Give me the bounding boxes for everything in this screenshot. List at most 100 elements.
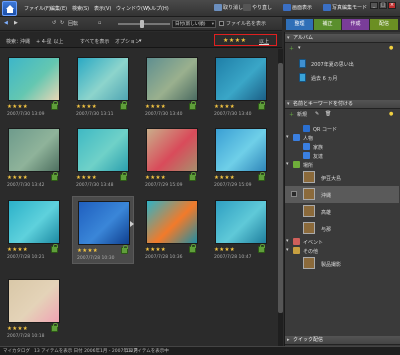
photo-thumbnail[interactable] <box>8 57 60 101</box>
rotate-left-icon[interactable]: ↺ <box>52 20 56 26</box>
menu-search[interactable]: 検索(S) <box>72 5 89 12</box>
small-thumb-icon[interactable]: ▫ <box>98 20 101 26</box>
show-all-link[interactable]: すべてを表示 <box>80 38 109 45</box>
tag-item[interactable]: 高雄 <box>285 203 399 220</box>
tab-share[interactable]: 配信 <box>370 19 398 30</box>
tab-create[interactable]: 作成 <box>342 19 369 30</box>
photo-thumbnail[interactable] <box>215 128 267 172</box>
photo-cell[interactable]: ★★★★ 2007/7/30 13:48 <box>72 124 134 192</box>
minimize-button[interactable]: _ <box>370 2 378 9</box>
tag-item[interactable]: ▾ 場所 <box>285 160 399 169</box>
tags-panel-header[interactable]: 名前とキーワードを付ける <box>285 100 400 109</box>
photo-edit-mode-button[interactable]: 写真編集モード <box>323 4 367 11</box>
photo-cell[interactable]: ★★★★ 2007/7/29 15:09 <box>141 124 203 192</box>
tag-item[interactable]: QR コード <box>285 124 399 133</box>
menu-view[interactable]: 表示(V) <box>94 5 111 12</box>
maximize-button[interactable]: □ <box>379 2 387 9</box>
expand-chevron-icon[interactable]: ▾ <box>286 247 289 253</box>
tag-checkbox[interactable] <box>291 191 297 197</box>
photo-rating-stars[interactable]: ★★★★ <box>7 175 28 181</box>
album-menu-icon[interactable]: ▾ <box>298 45 301 54</box>
photo-rating-stars[interactable]: ★★★★ <box>145 247 166 253</box>
photo-cell[interactable]: ★★★★ 2007/7/28 10:18 <box>3 275 65 343</box>
photo-thumbnail[interactable] <box>215 57 267 101</box>
photo-thumbnail[interactable] <box>146 57 198 101</box>
redo-button[interactable]: やり直し <box>243 4 272 11</box>
expand-chevron-icon[interactable]: ▾ <box>286 134 289 140</box>
options-menu[interactable]: オプション <box>115 38 140 45</box>
photo-cell[interactable]: ★★★★ 2007/7/28 10:36 <box>141 196 203 264</box>
tag-item[interactable]: 友達 <box>285 151 399 160</box>
photo-cell[interactable]: ★★★★ 2007/7/30 13:40 <box>141 53 203 121</box>
photo-cell[interactable]: ★★★★ 2007/7/28 10:21 <box>3 196 65 264</box>
photo-thumbnail[interactable] <box>146 128 198 172</box>
grid-scrollbar[interactable] <box>278 49 283 346</box>
stack-expand-icon[interactable] <box>130 221 134 227</box>
menu-help[interactable]: ヘルプ(H) <box>146 5 169 12</box>
album-panel-header[interactable]: アルバム <box>285 34 400 43</box>
photo-rating-stars[interactable]: ★★★★ <box>7 104 28 110</box>
album-tip-icon[interactable]: ● <box>389 45 393 54</box>
photo-rating-stars[interactable]: ★★★★ <box>214 104 235 110</box>
new-tag-menu[interactable]: 新規 <box>297 111 307 120</box>
tag-tip-icon[interactable]: ● <box>389 111 393 120</box>
tag-item[interactable]: 製品撮影 <box>285 255 399 272</box>
album-item[interactable]: 2007年夏の思い出 <box>285 57 399 70</box>
expand-chevron-icon[interactable]: ▾ <box>286 161 289 167</box>
tag-item[interactable]: 伊豆大島 <box>285 169 399 186</box>
expand-chevron-icon[interactable]: ▾ <box>286 238 289 244</box>
photo-cell[interactable]: ★★★★ 2007/7/29 15:09 <box>210 124 272 192</box>
rotate-right-icon[interactable]: ↻ <box>60 20 64 26</box>
new-tag-icon[interactable]: ＋ <box>289 111 294 120</box>
forward-arrow-icon[interactable]: ▶ <box>14 20 18 26</box>
photo-rating-stars[interactable]: ★★★★ <box>77 248 98 254</box>
photo-thumbnail[interactable] <box>215 200 267 244</box>
photo-rating-stars[interactable]: ★★★★ <box>7 326 28 332</box>
photo-thumbnail[interactable] <box>78 201 130 245</box>
sort-select[interactable]: 日付(新しい順) <box>172 20 216 28</box>
photo-thumbnail[interactable] <box>77 57 129 101</box>
options-chevron-icon[interactable]: ▾ <box>139 38 142 44</box>
photo-thumbnail[interactable] <box>77 128 129 172</box>
photo-rating-stars[interactable]: ★★★★ <box>76 104 97 110</box>
rating-filter-stars[interactable]: ★★★★ <box>223 37 247 44</box>
delete-tag-icon[interactable]: 🗑 <box>325 111 331 120</box>
photo-cell[interactable]: ★★★★ 2007/7/30 13:11 <box>72 53 134 121</box>
tab-fix[interactable]: 補正 <box>314 19 341 30</box>
photo-rating-stars[interactable]: ★★★★ <box>214 247 235 253</box>
tag-item[interactable]: 沖縄 <box>285 186 399 203</box>
photo-thumbnail[interactable] <box>8 128 60 172</box>
undo-button[interactable]: 取り消し <box>214 4 243 11</box>
tag-item[interactable]: ▾ イベント <box>285 237 399 246</box>
photo-rating-stars[interactable]: ★★★★ <box>214 175 235 181</box>
filename-checkbox[interactable] <box>219 21 224 26</box>
photo-rating-stars[interactable]: ★★★★ <box>145 104 166 110</box>
photo-thumbnail[interactable] <box>8 200 60 244</box>
photo-thumbnail[interactable] <box>146 200 198 244</box>
back-arrow-icon[interactable]: ◀ <box>4 20 8 26</box>
menu-edit[interactable]: 編集(E) <box>50 5 67 12</box>
display-button[interactable]: 画面表示 <box>283 4 312 11</box>
tag-item[interactable]: 家族 <box>285 142 399 151</box>
zoom-slider[interactable] <box>118 20 170 28</box>
close-button[interactable]: × <box>388 2 396 9</box>
photo-cell[interactable]: ★★★★ 2007/7/30 13:40 <box>210 53 272 121</box>
photo-rating-stars[interactable]: ★★★★ <box>7 247 28 253</box>
photo-cell[interactable]: ★★★★ 2007/7/30 13:09 <box>3 53 65 121</box>
album-item[interactable]: 過去 6 ヵ月 <box>285 71 399 84</box>
tag-item[interactable]: ▾ その他 <box>285 246 399 255</box>
photo-cell[interactable]: ★★★★ 2007/7/28 10:30 <box>72 196 134 264</box>
rating-filter[interactable]: ★★★★ 以上 <box>214 34 277 46</box>
quick-share-header[interactable]: クイック配信 <box>285 336 400 345</box>
menu-file[interactable]: ファイル(F) <box>24 5 51 12</box>
edit-tag-icon[interactable]: ✎ <box>315 111 319 120</box>
menu-window[interactable]: ウィンドウ(W) <box>116 5 150 12</box>
photo-cell[interactable]: ★★★★ 2007/7/30 13:42 <box>3 124 65 192</box>
rating-filter-label[interactable]: 以上 <box>259 38 269 45</box>
home-icon[interactable] <box>2 1 17 16</box>
photo-rating-stars[interactable]: ★★★★ <box>76 175 97 181</box>
scroll-thumb[interactable] <box>278 63 283 313</box>
tag-item[interactable]: ▾ 人物 <box>285 133 399 142</box>
add-album-icon[interactable]: ＋ <box>289 45 294 54</box>
tab-organize[interactable]: 整理 <box>286 19 313 30</box>
